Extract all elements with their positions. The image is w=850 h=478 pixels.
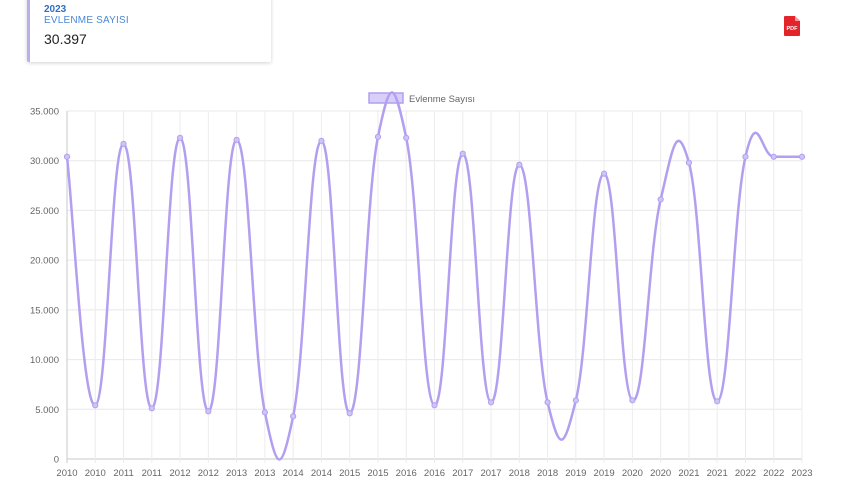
data-point xyxy=(770,153,777,160)
y-tick-label: 30.000 xyxy=(30,156,59,167)
data-point xyxy=(290,413,297,420)
data-point xyxy=(346,410,353,417)
x-tick-label: 2017 xyxy=(452,468,473,478)
line-chart: 0 5.000 10.000 15.000 20.000 25.000 30.000 35.0… xyxy=(30,91,813,478)
data-point xyxy=(798,153,806,160)
x-tick-label: 2015 xyxy=(339,468,360,478)
data-point xyxy=(742,153,749,160)
data-point xyxy=(572,397,579,404)
x-tick-label: 2010 xyxy=(56,468,77,478)
data-point xyxy=(629,397,636,404)
data-point xyxy=(148,405,155,412)
data-point xyxy=(459,150,466,157)
x-tick-label: 2014 xyxy=(311,468,332,478)
y-tick-label: 35.000 xyxy=(30,107,59,118)
data-point xyxy=(487,399,495,406)
data-point xyxy=(63,153,71,160)
x-tick-label: 2018 xyxy=(509,468,530,478)
x-tick-label: 2011 xyxy=(113,468,133,478)
y-tick-label: 20.000 xyxy=(30,256,59,267)
x-tick-label: 2016 xyxy=(396,468,417,478)
x-tick-label: 2021 xyxy=(707,468,728,478)
x-tick-label: 2019 xyxy=(565,468,586,478)
x-tick-label: 2012 xyxy=(198,468,219,478)
data-point xyxy=(205,408,212,415)
y-tick-label: 0 xyxy=(54,455,59,466)
data-point xyxy=(176,134,184,141)
x-tick-label: 2019 xyxy=(594,468,615,478)
data-point xyxy=(120,140,127,147)
data-point xyxy=(403,134,410,141)
x-tick-label: 2018 xyxy=(537,468,558,478)
data-point xyxy=(92,402,99,409)
x-tick-label: 2015 xyxy=(367,468,388,478)
y-tick-label: 10.000 xyxy=(30,355,59,366)
data-point xyxy=(657,196,664,203)
data-point xyxy=(318,137,325,144)
x-tick-label: 2020 xyxy=(622,468,643,478)
x-tick-label: 2013 xyxy=(254,468,275,478)
x-tick-label: 2017 xyxy=(480,468,501,478)
data-point xyxy=(374,133,382,140)
data-point xyxy=(431,402,438,409)
x-tick-label: 2022 xyxy=(763,468,784,478)
x-tick-label: 2013 xyxy=(226,468,247,478)
x-tick-label: 2021 xyxy=(678,468,699,478)
x-tick-label: 2023 xyxy=(791,468,812,478)
data-point xyxy=(685,159,693,166)
x-tick-label: 2010 xyxy=(85,468,106,478)
data-point xyxy=(601,170,608,177)
x-tick-label: 2022 xyxy=(735,468,756,478)
y-tick-label: 25.000 xyxy=(30,206,59,217)
data-point xyxy=(261,409,268,416)
data-point xyxy=(516,161,523,168)
data-point xyxy=(233,136,240,143)
x-tick-label: 2011 xyxy=(142,468,162,478)
legend-label: Evlenme Sayısı xyxy=(409,94,475,105)
x-tick-label: 2020 xyxy=(650,468,671,478)
x-tick-label: 2016 xyxy=(424,468,445,478)
y-tick-label: 5.000 xyxy=(35,405,59,416)
data-point xyxy=(714,398,721,405)
x-tick-label: 2012 xyxy=(170,468,191,478)
data-point xyxy=(544,399,551,406)
x-tick-label: 2014 xyxy=(283,468,304,478)
y-tick-label: 15.000 xyxy=(30,305,59,316)
